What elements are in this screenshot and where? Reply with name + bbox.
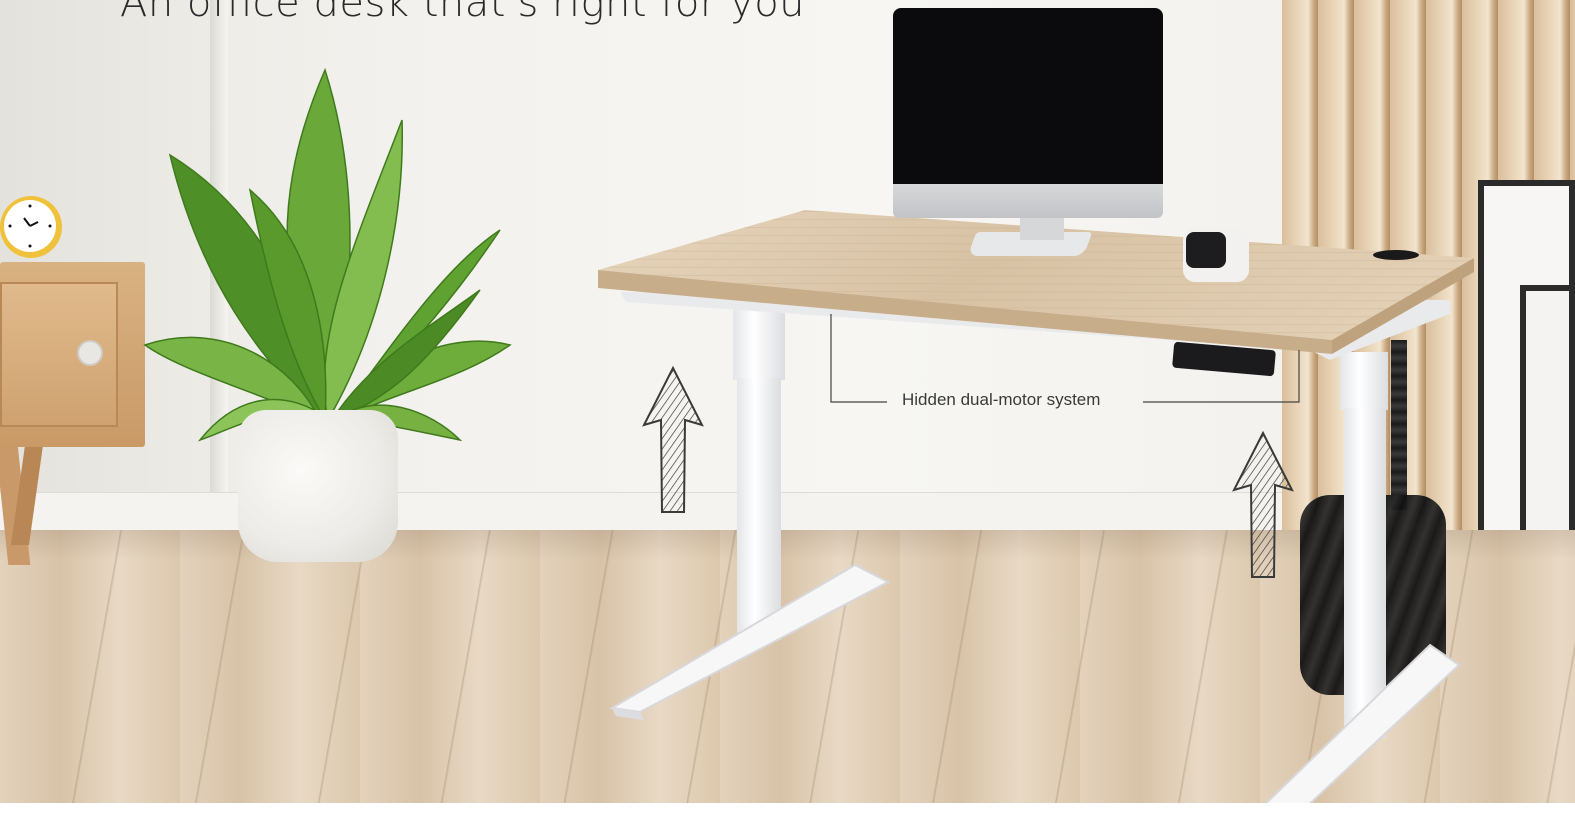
potted-plant xyxy=(143,67,512,442)
desk-foot-left xyxy=(609,563,891,720)
cable-grommet xyxy=(1373,250,1419,260)
desk-foot-right xyxy=(1255,643,1461,824)
clock-hands-icon xyxy=(8,204,52,248)
picture-frame-small xyxy=(1520,285,1575,537)
white-marble-pot xyxy=(238,410,398,562)
cabinet-knob xyxy=(77,340,103,366)
smart-speaker-screen xyxy=(1186,232,1226,268)
monitor-chin xyxy=(893,184,1163,218)
monitor-screen xyxy=(893,8,1163,184)
monitor-stand-neck xyxy=(1020,216,1064,240)
clock-face xyxy=(4,200,56,252)
callout-label: Hidden dual-motor system xyxy=(902,390,1101,409)
product-scene: Hidden dual-motor system An office desk … xyxy=(0,0,1575,836)
headline: An office desk that's right for you xyxy=(120,0,806,26)
hatched-up-arrow-icon xyxy=(1232,430,1294,578)
hatched-up-arrow-icon xyxy=(642,365,704,513)
bottom-margin xyxy=(0,803,1575,836)
